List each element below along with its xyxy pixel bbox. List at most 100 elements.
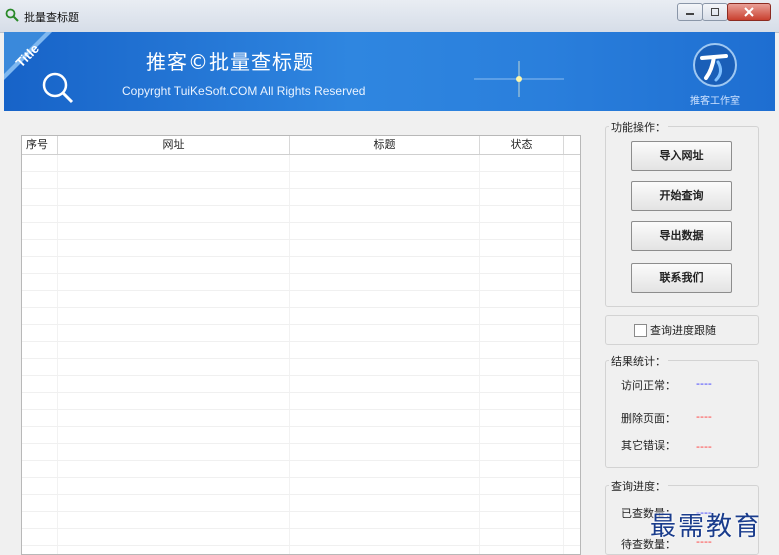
table-header: 序号 网址 标题 状态 xyxy=(22,136,580,155)
table-row[interactable] xyxy=(22,206,580,223)
maximize-button[interactable] xyxy=(702,3,728,21)
table-row[interactable] xyxy=(22,512,580,529)
minimize-button[interactable] xyxy=(677,3,703,21)
table-cell xyxy=(58,308,290,324)
results-table[interactable]: 序号 网址 标题 状态 xyxy=(21,135,581,555)
stat-deleted-value: ---- xyxy=(696,410,712,423)
table-row[interactable] xyxy=(22,495,580,512)
window-title: 批量查标题 xyxy=(24,11,79,24)
table-cell xyxy=(58,512,290,528)
table-cell xyxy=(290,461,480,477)
table-cell xyxy=(290,478,480,494)
table-cell xyxy=(480,529,564,545)
column-header-status[interactable]: 状态 xyxy=(480,136,564,154)
table-cell xyxy=(290,206,480,222)
progress-label: 查询进度： xyxy=(609,478,668,494)
table-cell xyxy=(480,427,564,443)
stat-ok-value: ---- xyxy=(696,377,712,390)
table-cell xyxy=(480,359,564,375)
table-cell xyxy=(58,495,290,511)
stat-ok-label: 访问正常： xyxy=(621,379,676,392)
table-row[interactable] xyxy=(22,240,580,257)
table-cell xyxy=(58,529,290,545)
start-query-button[interactable]: 开始查询 xyxy=(631,181,732,211)
table-cell xyxy=(480,308,564,324)
table-cell xyxy=(22,410,58,426)
table-cell xyxy=(58,291,290,307)
table-cell xyxy=(290,223,480,239)
table-cell xyxy=(480,274,564,290)
table-cell xyxy=(480,189,564,205)
table-cell xyxy=(22,291,58,307)
table-cell xyxy=(58,359,290,375)
table-row[interactable] xyxy=(22,359,580,376)
table-cell xyxy=(290,274,480,290)
table-cell xyxy=(480,376,564,392)
table-cell xyxy=(290,240,480,256)
table-cell xyxy=(290,376,480,392)
table-row[interactable] xyxy=(22,461,580,478)
table-row[interactable] xyxy=(22,546,580,554)
column-header-index[interactable]: 序号 xyxy=(22,136,58,154)
table-cell xyxy=(22,308,58,324)
close-button[interactable] xyxy=(727,3,771,21)
table-row[interactable] xyxy=(22,325,580,342)
table-row[interactable] xyxy=(22,342,580,359)
search-icon xyxy=(5,8,19,22)
table-row[interactable] xyxy=(22,427,580,444)
table-row[interactable] xyxy=(22,257,580,274)
export-data-button[interactable]: 导出数据 xyxy=(631,221,732,251)
table-row[interactable] xyxy=(22,223,580,240)
table-cell xyxy=(22,257,58,273)
table-cell xyxy=(290,359,480,375)
column-header-title[interactable]: 标题 xyxy=(290,136,480,154)
table-cell xyxy=(22,274,58,290)
column-header-url[interactable]: 网址 xyxy=(58,136,290,154)
table-row[interactable] xyxy=(22,274,580,291)
table-cell xyxy=(58,206,290,222)
table-cell xyxy=(58,427,290,443)
actions-label: 功能操作： xyxy=(609,119,668,135)
table-cell xyxy=(290,342,480,358)
table-row[interactable] xyxy=(22,308,580,325)
table-cell xyxy=(22,206,58,222)
import-urls-button[interactable]: 导入网址 xyxy=(631,141,732,171)
table-row[interactable] xyxy=(22,393,580,410)
minimize-icon xyxy=(686,13,694,15)
table-cell xyxy=(290,308,480,324)
table-cell xyxy=(58,376,290,392)
column-header-filler xyxy=(564,136,580,154)
close-icon xyxy=(744,7,754,17)
table-cell xyxy=(58,240,290,256)
table-cell xyxy=(22,546,58,554)
table-row[interactable] xyxy=(22,478,580,495)
contact-us-button[interactable]: 联系我们 xyxy=(631,263,732,293)
results-stats-label: 结果统计： xyxy=(609,353,668,369)
table-cell xyxy=(290,410,480,426)
table-row[interactable] xyxy=(22,376,580,393)
table-row[interactable] xyxy=(22,410,580,427)
table-cell xyxy=(480,206,564,222)
table-cell xyxy=(290,427,480,443)
table-row[interactable] xyxy=(22,444,580,461)
table-cell xyxy=(22,376,58,392)
table-cell xyxy=(22,461,58,477)
logo-caption: 推客工作室 xyxy=(690,96,740,107)
table-cell xyxy=(480,478,564,494)
table-cell xyxy=(290,291,480,307)
table-cell xyxy=(290,393,480,409)
watermark-text: 最需教育 xyxy=(650,512,763,542)
table-row[interactable] xyxy=(22,529,580,546)
maximize-icon xyxy=(711,8,719,16)
table-cell xyxy=(58,461,290,477)
table-cell xyxy=(22,495,58,511)
follow-progress-checkbox-row[interactable]: 查询进度跟随 xyxy=(634,322,716,338)
table-row[interactable] xyxy=(22,291,580,308)
table-cell xyxy=(22,427,58,443)
table-row[interactable] xyxy=(22,172,580,189)
table-cell xyxy=(58,257,290,273)
follow-progress-checkbox[interactable] xyxy=(634,323,647,337)
table-row[interactable] xyxy=(22,155,580,172)
stat-deleted-label: 删除页面： xyxy=(621,412,676,425)
table-row[interactable] xyxy=(22,189,580,206)
